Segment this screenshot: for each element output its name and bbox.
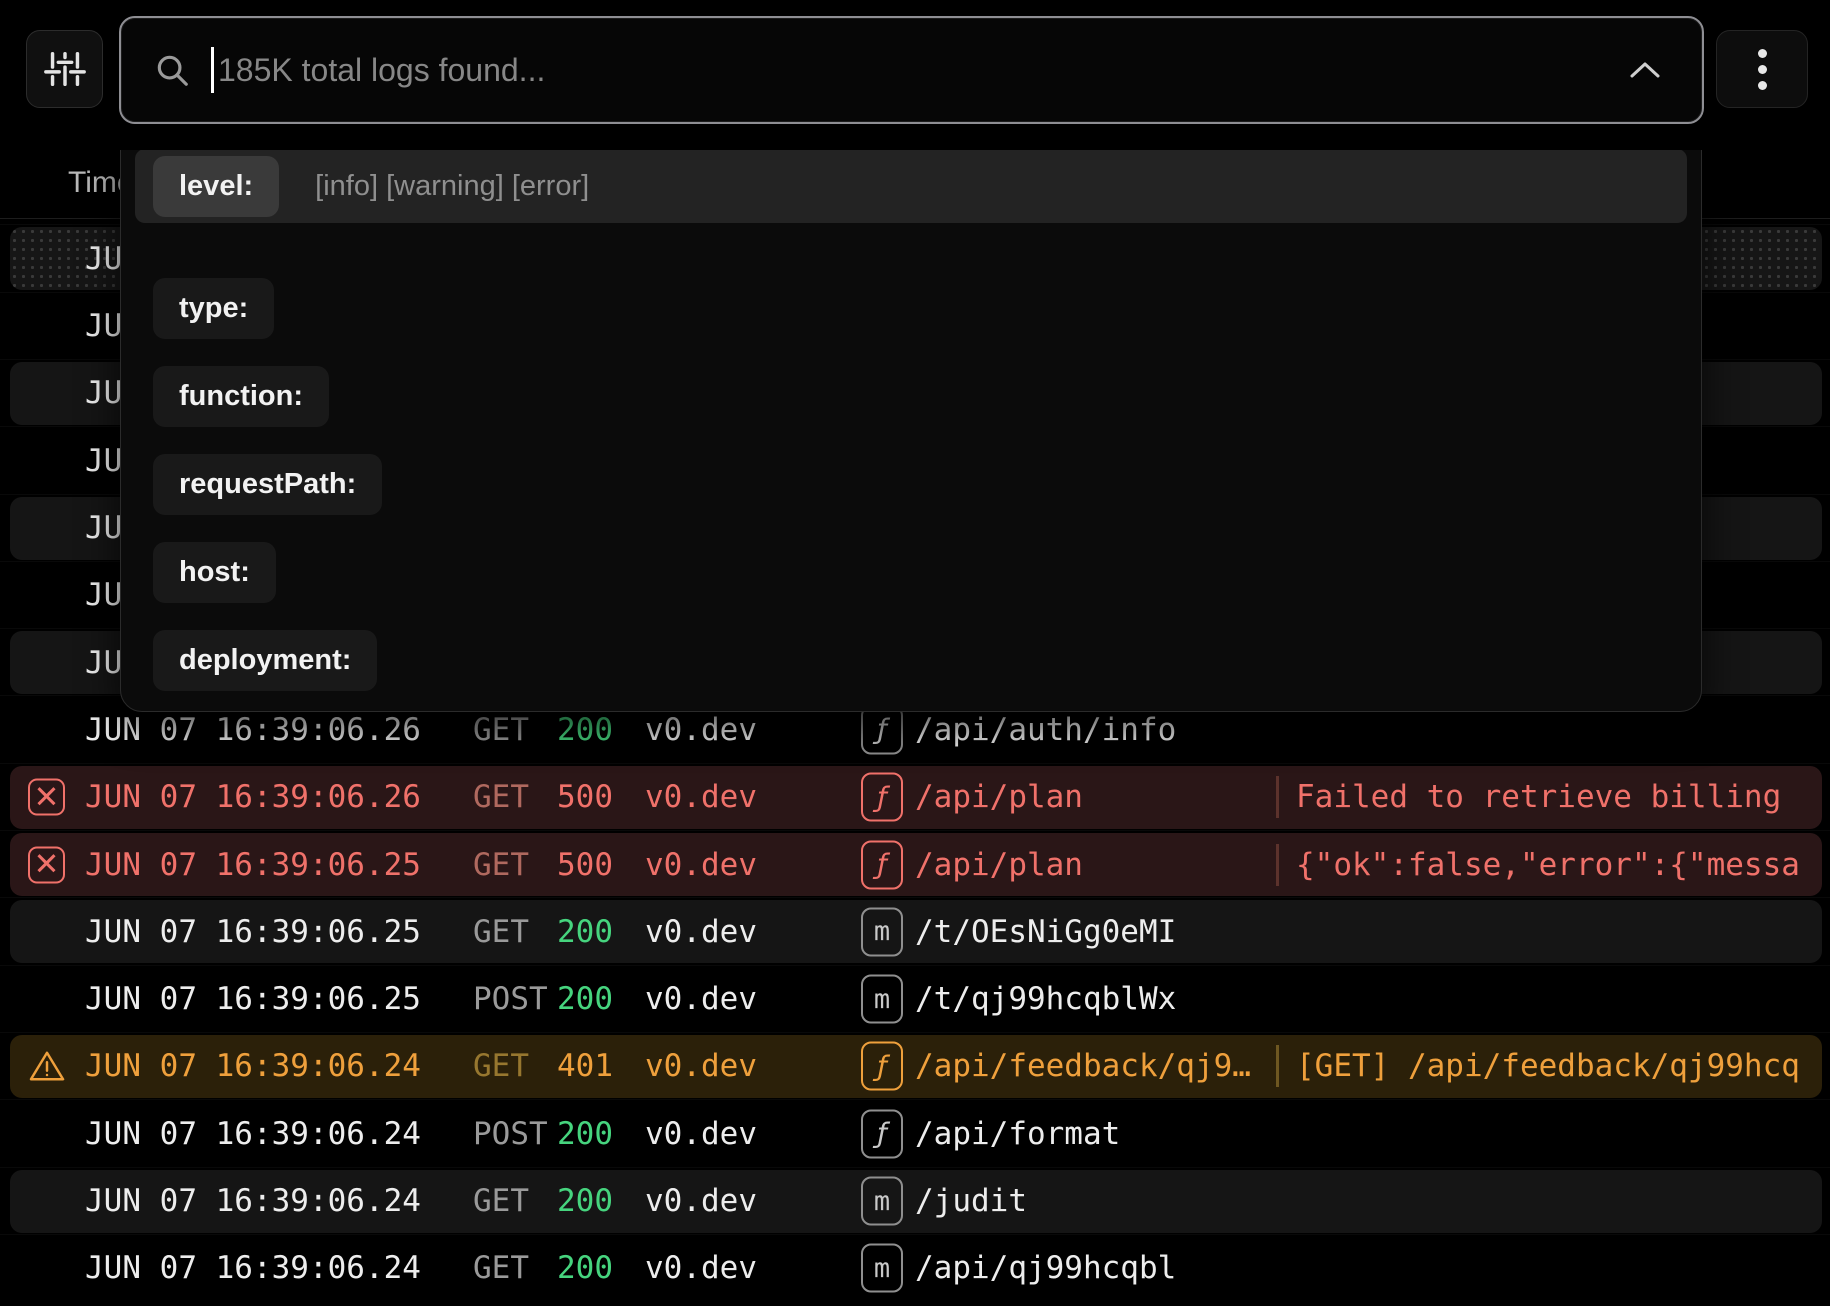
function-icon: ƒ: [861, 1042, 903, 1091]
log-host: v0.dev: [645, 981, 757, 1017]
log-method: POST: [473, 1116, 548, 1152]
function-icon: ƒ: [861, 705, 903, 754]
log-request-path: /judit: [915, 1183, 1027, 1219]
middleware-icon: m: [861, 1244, 903, 1293]
function-icon: ƒ: [861, 773, 903, 822]
log-request-path: /api/format: [915, 1116, 1120, 1152]
log-status-code: 500: [557, 779, 613, 815]
log-timestamp: JUN 07 16:39:06.24: [85, 1116, 421, 1152]
log-row[interactable]: JUN 07 16:39:06.25 GET 200 v0.dev m /t/O…: [0, 897, 1830, 965]
suggestion-pill-host[interactable]: host:: [153, 542, 276, 603]
log-timestamp: JUN 07 16:39:06.24: [85, 1048, 421, 1084]
suggestion-pill-deployment[interactable]: deployment:: [153, 630, 377, 691]
log-request-path: /api/auth/info: [915, 712, 1176, 748]
log-status-code: 500: [557, 847, 613, 883]
log-host: v0.dev: [645, 1048, 757, 1084]
log-host: v0.dev: [645, 1250, 757, 1286]
search-input[interactable]: 185K total logs found...: [119, 16, 1704, 124]
log-status-code: 200: [557, 1116, 613, 1152]
log-timestamp: JUN 07 16:39:06.24: [85, 1250, 421, 1286]
log-message: Failed to retrieve billing: [1296, 779, 1781, 815]
more-options-button[interactable]: [1716, 30, 1808, 108]
chevron-up-icon[interactable]: [1628, 59, 1662, 81]
log-request-path: /t/qj99hcqblWx: [915, 981, 1176, 1017]
log-status-code: 401: [557, 1048, 613, 1084]
log-request-path: /api/plan: [915, 779, 1083, 815]
warning-triangle-icon: [28, 1049, 66, 1083]
function-icon: ƒ: [861, 840, 903, 889]
suggestion-pill-type[interactable]: type:: [153, 278, 274, 339]
log-host: v0.dev: [645, 914, 757, 950]
text-caret: [211, 47, 214, 93]
log-row[interactable]: JUN 07 16:39:06.24 POST 200 v0.dev ƒ /ap…: [0, 1099, 1830, 1167]
sliders-icon: [42, 46, 88, 92]
search-suggestions-dropdown: level: [info] [warning] [error] type: fu…: [120, 128, 1702, 712]
log-method: GET: [473, 1048, 529, 1084]
search-icon: [153, 51, 191, 89]
log-message: [GET] /api/feedback/qj99hcq: [1296, 1048, 1800, 1084]
suggestion-level-hint: [info] [warning] [error]: [315, 170, 589, 203]
message-divider: [1276, 1045, 1279, 1087]
log-timestamp: JUN 07 16:39:06.26: [85, 712, 421, 748]
log-status-code: 200: [557, 1183, 613, 1219]
log-message: {"ok":false,"error":{"messa: [1296, 847, 1800, 883]
log-method: POST: [473, 981, 548, 1017]
log-row[interactable]: ✕ JUN 07 16:39:06.25 GET 500 v0.dev ƒ /a…: [0, 830, 1830, 898]
log-status-code: 200: [557, 712, 613, 748]
log-status-code: 200: [557, 981, 613, 1017]
suggestion-pill-function[interactable]: function:: [153, 366, 329, 427]
log-status-code: 200: [557, 1250, 613, 1286]
log-row[interactable]: JUN 07 16:39:06.25 POST 200 v0.dev m /t/…: [0, 965, 1830, 1033]
function-icon: ƒ: [861, 1109, 903, 1158]
log-row[interactable]: JUN 07 16:39:06.24 GET 401 v0.dev ƒ /api…: [0, 1032, 1830, 1100]
middleware-icon: m: [861, 975, 903, 1024]
log-row[interactable]: ✕ JUN 07 16:39:06.26 GET 500 v0.dev ƒ /a…: [0, 763, 1830, 831]
message-divider: [1276, 776, 1279, 818]
toolbar: 185K total logs found...: [0, 0, 1830, 150]
logs-screen: Time JUN JUN JUN: [0, 0, 1830, 1306]
log-method: GET: [473, 1250, 529, 1286]
log-method: GET: [473, 712, 529, 748]
log-request-path: /api/feedback/qj9…: [915, 1048, 1251, 1084]
log-status-code: 200: [557, 914, 613, 950]
suggestion-level-row[interactable]: level: [info] [warning] [error]: [135, 149, 1687, 223]
log-request-path: /t/OEsNiGg0eMI: [915, 914, 1176, 950]
log-timestamp: JUN 07 16:39:06.26: [85, 779, 421, 815]
log-host: v0.dev: [645, 1183, 757, 1219]
log-method: GET: [473, 1183, 529, 1219]
log-timestamp: JUN 07 16:39:06.25: [85, 847, 421, 883]
middleware-icon: m: [861, 1177, 903, 1226]
log-host: v0.dev: [645, 847, 757, 883]
message-divider: [1276, 844, 1279, 886]
search-placeholder: 185K total logs found...: [218, 52, 1628, 89]
log-method: GET: [473, 847, 529, 883]
log-timestamp: JUN 07 16:39:06.24: [85, 1183, 421, 1219]
suggestion-pill-requestpath[interactable]: requestPath:: [153, 454, 382, 515]
suggestion-pill-level[interactable]: level:: [153, 156, 279, 217]
log-row[interactable]: JUN 07 16:39:06.24 GET 200 v0.dev m /jud…: [0, 1167, 1830, 1235]
log-timestamp: JUN 07 16:39:06.25: [85, 914, 421, 950]
log-method: GET: [473, 779, 529, 815]
filter-button[interactable]: [26, 30, 103, 108]
log-method: GET: [473, 914, 529, 950]
log-timestamp: JUN 07 16:39:06.25: [85, 981, 421, 1017]
log-host: v0.dev: [645, 779, 757, 815]
log-host: v0.dev: [645, 1116, 757, 1152]
middleware-icon: m: [861, 907, 903, 956]
log-request-path: /api/plan: [915, 847, 1083, 883]
log-row[interactable]: JUN 07 16:39:06.24 GET 200 v0.dev m /api…: [0, 1234, 1830, 1302]
log-request-path: /api/qj99hcqbl: [915, 1250, 1176, 1286]
log-host: v0.dev: [645, 712, 757, 748]
kebab-menu-icon: [1758, 45, 1767, 93]
